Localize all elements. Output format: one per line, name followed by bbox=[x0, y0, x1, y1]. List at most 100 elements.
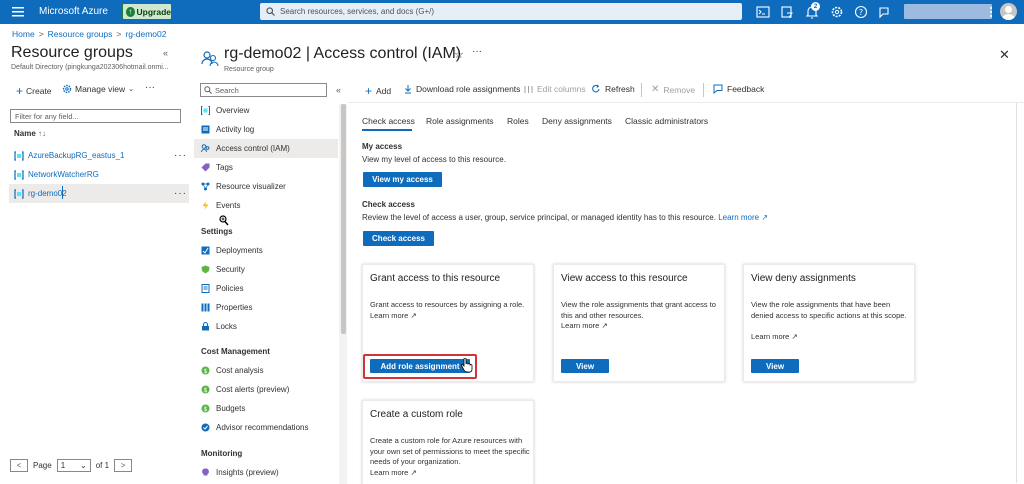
learn-more-link[interactable]: Learn more ↗ bbox=[718, 213, 768, 222]
learn-more-label: Learn more bbox=[370, 311, 409, 320]
collapse-nav-icon[interactable]: « bbox=[336, 85, 341, 95]
nav-item-overview[interactable]: Overview bbox=[194, 101, 338, 120]
create-button[interactable]: + Create bbox=[16, 84, 52, 98]
svg-text:$: $ bbox=[204, 406, 208, 413]
help-icon[interactable]: ? bbox=[853, 4, 869, 20]
page-total: of 1 bbox=[95, 461, 110, 470]
search-icon bbox=[204, 86, 212, 94]
filter-input[interactable]: Filter for any field... bbox=[10, 109, 181, 123]
tab-classic-administrators[interactable]: Classic administrators bbox=[625, 116, 708, 126]
toolbar-divider-line bbox=[348, 102, 1024, 103]
learn-more-label: Learn more bbox=[370, 468, 409, 477]
global-search-input[interactable]: Search resources, services, and docs (G+… bbox=[260, 3, 742, 20]
close-icon[interactable]: ✕ bbox=[999, 47, 1010, 63]
account-info[interactable] bbox=[904, 4, 992, 19]
my-access-text: View my level of access to this resource… bbox=[362, 155, 506, 164]
previous-page-button[interactable]: < bbox=[10, 459, 28, 472]
name-column-header[interactable]: Name ↑↓ bbox=[14, 129, 46, 138]
hand-cursor-icon bbox=[460, 358, 473, 373]
nav-item-activity-log[interactable]: Activity log bbox=[194, 120, 338, 139]
upgrade-button[interactable]: ↑ Upgrade bbox=[122, 3, 172, 20]
star-icon[interactable]: ☆ bbox=[454, 48, 464, 61]
card-title: Grant access to this resource bbox=[370, 273, 501, 284]
nav-label: Events bbox=[216, 201, 241, 210]
collapse-pane-icon[interactable]: « bbox=[163, 48, 168, 58]
check-access-description: Review the level of access a user, group… bbox=[362, 213, 716, 222]
cloud-shell-icon[interactable] bbox=[755, 4, 771, 20]
nav-item-resource-visualizer[interactable]: Resource visualizer bbox=[194, 177, 338, 196]
nav-item-insights[interactable]: Insights (preview) bbox=[194, 463, 338, 482]
svg-text:$: $ bbox=[204, 387, 208, 394]
check-access-button[interactable]: Check access bbox=[363, 231, 434, 246]
breadcrumb: Home > Resource groups > rg-demo02 bbox=[12, 29, 166, 39]
filter-placeholder: Filter for any field... bbox=[15, 111, 79, 121]
remove-button[interactable]: ✕ Remove bbox=[651, 84, 695, 95]
tab-role-assignments[interactable]: Role assignments bbox=[426, 116, 494, 126]
nav-item-locks[interactable]: Locks bbox=[194, 317, 338, 336]
resource-group-icon bbox=[14, 169, 24, 180]
insights-icon bbox=[202, 468, 209, 476]
nav-item-cost-analysis[interactable]: $ Cost analysis bbox=[194, 361, 338, 380]
nav-item-advisor-recommendations[interactable]: Advisor recommendations bbox=[194, 418, 338, 437]
avatar[interactable] bbox=[1000, 3, 1017, 20]
feedback-icon[interactable] bbox=[876, 4, 892, 20]
feedback-button[interactable]: Feedback bbox=[713, 84, 764, 94]
list-item[interactable]: NetworkWatcherRG bbox=[9, 165, 189, 184]
brand-title[interactable]: Microsoft Azure bbox=[39, 6, 108, 17]
more-options-icon[interactable]: ··· bbox=[472, 46, 482, 57]
row-more-icon[interactable]: ··· bbox=[174, 150, 187, 161]
breadcrumb-home[interactable]: Home bbox=[12, 29, 35, 39]
nav-item-tags[interactable]: Tags bbox=[194, 158, 338, 177]
breadcrumb-resource-groups[interactable]: Resource groups bbox=[48, 29, 113, 39]
search-icon bbox=[266, 7, 275, 16]
refresh-label: Refresh bbox=[605, 84, 635, 94]
nav-item-security[interactable]: Security bbox=[194, 260, 338, 279]
card-title: View deny assignments bbox=[751, 273, 856, 284]
nav-item-deployments[interactable]: Deployments bbox=[194, 241, 338, 260]
manage-view-button[interactable]: Manage view ⌄ bbox=[62, 84, 134, 94]
nav-label: Overview bbox=[216, 106, 250, 115]
view-deny-button[interactable]: View bbox=[751, 359, 799, 373]
next-page-button[interactable]: > bbox=[114, 459, 133, 472]
tab-deny-assignments[interactable]: Deny assignments bbox=[542, 116, 612, 126]
nav-item-access-control[interactable]: Access control (IAM) bbox=[194, 139, 338, 158]
overview-icon bbox=[201, 106, 210, 115]
edit-columns-button[interactable]: Edit columns bbox=[524, 84, 586, 94]
more-options-icon[interactable]: ··· bbox=[145, 82, 155, 93]
active-tab-indicator bbox=[362, 129, 412, 131]
account-more-icon[interactable] bbox=[988, 6, 994, 18]
nav-item-properties[interactable]: Properties bbox=[194, 298, 338, 317]
content-scrollbar[interactable] bbox=[1016, 103, 1017, 483]
learn-more-link[interactable]: Learn more ↗ bbox=[561, 321, 608, 332]
nav-item-budgets[interactable]: $ Budgets bbox=[194, 399, 338, 418]
breadcrumb-rg-demo02[interactable]: rg-demo02 bbox=[125, 29, 166, 39]
nav-label: Security bbox=[216, 265, 245, 274]
learn-more-link[interactable]: Learn more ↗ bbox=[751, 332, 798, 343]
nav-item-events[interactable]: Events bbox=[194, 196, 338, 215]
portal-menu-icon[interactable] bbox=[12, 6, 24, 17]
row-more-icon[interactable]: ··· bbox=[174, 188, 187, 199]
tab-check-access[interactable]: Check access bbox=[362, 116, 415, 126]
list-item[interactable]: rg-demo02 ··· bbox=[9, 184, 189, 203]
toolbar-divider bbox=[703, 83, 704, 97]
nav-search-input[interactable]: Search bbox=[200, 83, 327, 97]
view-my-access-button[interactable]: View my access bbox=[363, 172, 442, 187]
tab-roles[interactable]: Roles bbox=[507, 116, 529, 126]
download-role-assignments-button[interactable]: Download role assignments bbox=[404, 84, 520, 94]
gear-icon[interactable] bbox=[829, 4, 845, 20]
learn-more-link[interactable]: Learn more ↗ bbox=[370, 468, 417, 479]
nav-item-cost-alerts[interactable]: $ Cost alerts (preview) bbox=[194, 380, 338, 399]
page-select[interactable]: 1 ⌄ bbox=[56, 459, 91, 472]
download-label: Download role assignments bbox=[416, 84, 521, 94]
directory-filter-icon[interactable] bbox=[779, 4, 795, 20]
nav-section-settings: Settings bbox=[201, 227, 233, 236]
nav-item-policies[interactable]: Policies bbox=[194, 279, 338, 298]
view-access-button[interactable]: View bbox=[561, 359, 609, 373]
create-label: Create bbox=[26, 86, 52, 96]
chevron-down-icon: ⌄ bbox=[79, 461, 87, 470]
list-item[interactable]: AzureBackupRG_eastus_1 ··· bbox=[9, 146, 189, 165]
nav-scrollbar-thumb[interactable] bbox=[341, 104, 346, 334]
refresh-button[interactable]: Refresh bbox=[591, 84, 635, 94]
add-button[interactable]: + Add bbox=[365, 84, 391, 98]
learn-more-link[interactable]: Learn more ↗ bbox=[370, 311, 417, 322]
